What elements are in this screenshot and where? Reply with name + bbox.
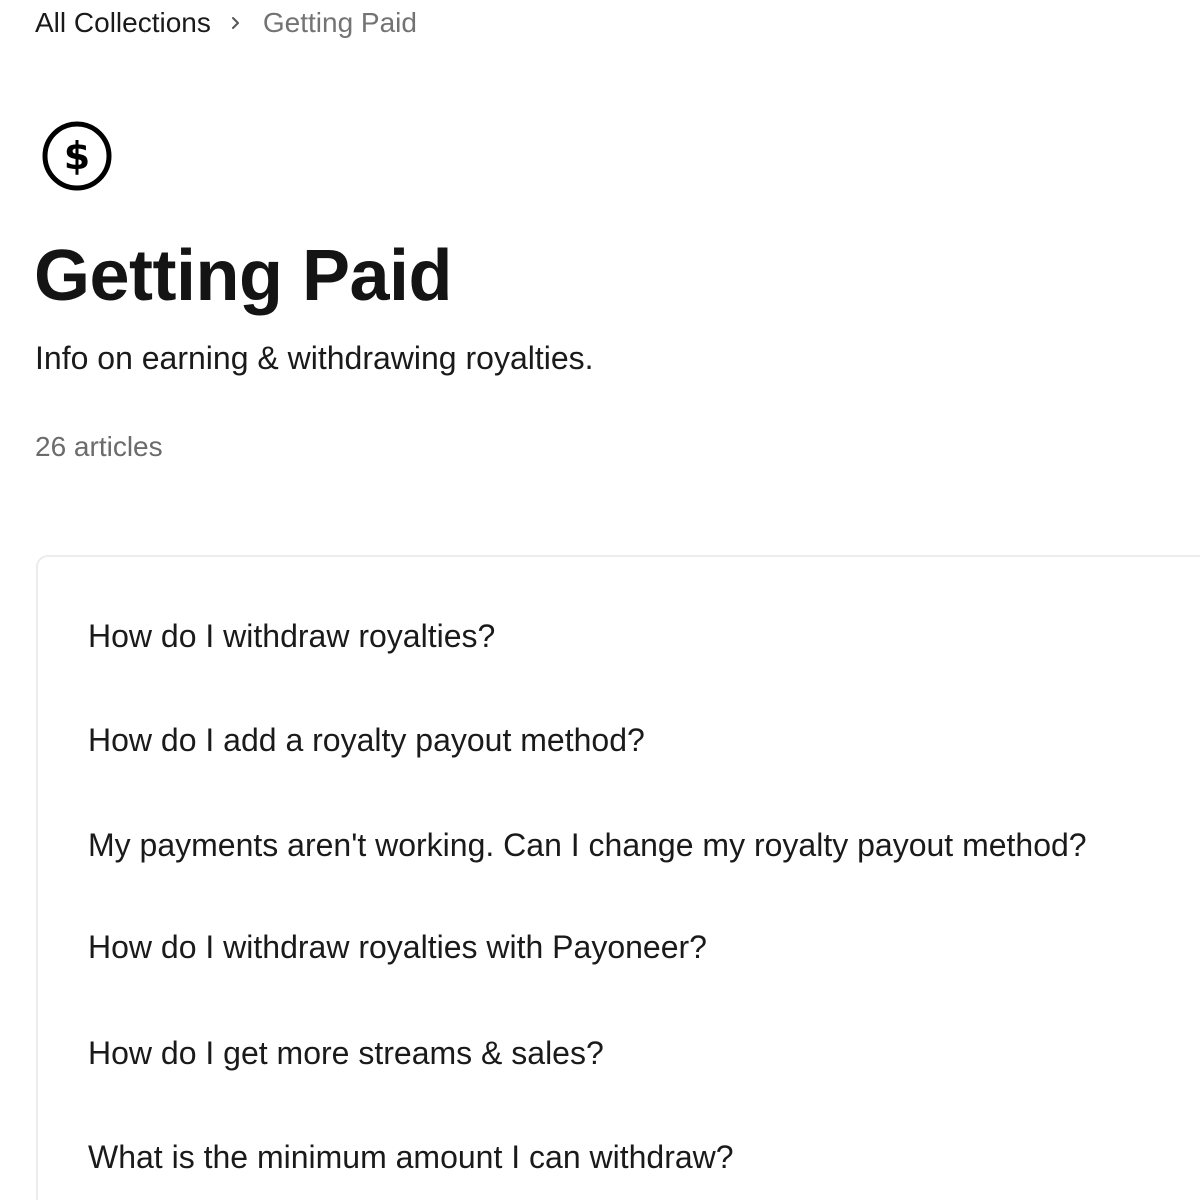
article-link[interactable]: How do I withdraw royalties? bbox=[88, 616, 495, 656]
dollar-circle-icon: $ bbox=[41, 120, 113, 192]
collection-description: Info on earning & withdrawing royalties. bbox=[35, 340, 594, 376]
article-link[interactable]: My payments aren't working. Can I change… bbox=[88, 825, 1087, 865]
article-count: 26 articles bbox=[35, 431, 163, 462]
breadcrumb-current: Getting Paid bbox=[262, 7, 417, 38]
article-link[interactable]: How do I withdraw royalties with Payonee… bbox=[88, 927, 707, 967]
chevron-right-icon bbox=[231, 16, 241, 30]
article-link[interactable]: What is the minimum amount I can withdra… bbox=[88, 1137, 734, 1177]
breadcrumb: All Collections Getting Paid bbox=[35, 6, 417, 40]
breadcrumb-all-collections-link[interactable]: All Collections bbox=[35, 6, 211, 40]
page-title: Getting Paid bbox=[34, 236, 453, 316]
collection-page: All Collections Getting Paid $ Getting P… bbox=[0, 0, 1200, 1200]
svg-text:$: $ bbox=[64, 134, 90, 178]
article-link[interactable]: How do I add a royalty payout method? bbox=[88, 720, 645, 760]
article-link[interactable]: How do I get more streams & sales? bbox=[88, 1033, 604, 1073]
article-list-card: How do I withdraw royalties? How do I ad… bbox=[36, 555, 1200, 1200]
